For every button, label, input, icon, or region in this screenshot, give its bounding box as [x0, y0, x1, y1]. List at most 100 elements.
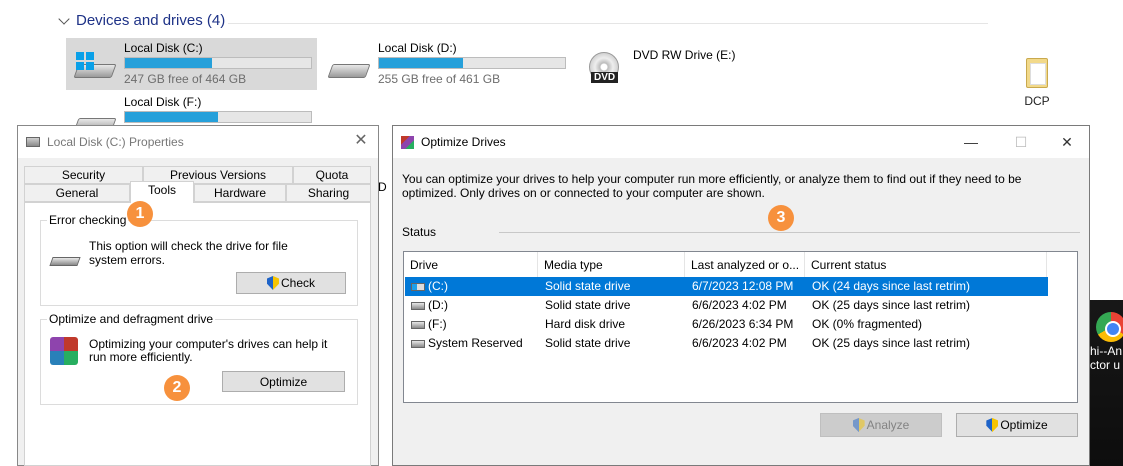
check-button[interactable]: Check: [236, 272, 346, 294]
check-button-label: Check: [280, 276, 315, 290]
windows-drive-icon: [72, 50, 117, 82]
row-last-analyzed: 6/6/2023 4:02 PM: [692, 298, 787, 312]
drive-tile-d[interactable]: Local Disk (D:) 255 GB free of 461 GB: [320, 38, 570, 90]
error-checking-title: Error checking: [47, 213, 129, 227]
tab-security[interactable]: Security: [24, 166, 143, 184]
row-status: OK (25 days since last retrim): [812, 336, 971, 350]
chrome-icon: [1096, 312, 1123, 342]
optimize-drives-title: Optimize Drives: [421, 135, 506, 149]
tab-sharing[interactable]: Sharing: [286, 184, 371, 202]
tab-tools[interactable]: Tools: [130, 181, 194, 203]
drive-usage-bar: [378, 57, 566, 69]
tab-general[interactable]: General: [24, 184, 130, 202]
chrome-label-line1: hi--An: [1090, 344, 1123, 358]
analyze-button[interactable]: Analyze: [820, 413, 942, 437]
desktop-icon-label: DCP: [1024, 94, 1050, 108]
optimize-drives-dialog: Optimize Drives — ☐ ✕ You can optimize y…: [392, 125, 1090, 466]
table-row[interactable]: (F:) Hard disk drive 6/26/2023 6:34 PM O…: [405, 315, 1048, 334]
analyze-button-label: Analyze: [866, 418, 910, 432]
error-checking-text: This option will check the drive for fil…: [89, 239, 288, 267]
optimize-drives-button-label: Optimize: [1000, 418, 1048, 432]
optimize-drives-button[interactable]: Optimize: [956, 413, 1078, 437]
row-last-analyzed: 6/6/2023 4:02 PM: [692, 336, 787, 350]
row-status: OK (25 days since last retrim): [812, 298, 971, 312]
hard-drive-icon: [411, 321, 425, 329]
hard-drive-icon: [411, 340, 425, 348]
maximize-button[interactable]: ☐: [1011, 134, 1031, 151]
row-status: OK (0% fragmented): [812, 317, 923, 331]
annotation-badge-2: 2: [164, 375, 190, 401]
tab-hardware[interactable]: Hardware: [194, 184, 286, 202]
optimize-button-label: Optimize: [259, 374, 308, 389]
tools-panel: Error checking This option will check th…: [24, 203, 371, 466]
folder-icon: [1026, 58, 1048, 88]
optimize-drives-title-bar: Optimize Drives: [393, 126, 1089, 158]
column-header-drive[interactable]: Drive: [404, 252, 538, 277]
row-media: Solid state drive: [545, 336, 631, 350]
error-checking-group: Error checking This option will check th…: [40, 213, 358, 306]
drive-usage-bar: [124, 57, 312, 69]
row-media: Hard disk drive: [545, 317, 626, 331]
defrag-icon: [50, 337, 78, 365]
row-drive: (F:): [428, 317, 447, 331]
hard-drive-icon: [49, 257, 81, 266]
row-drive: System Reserved: [428, 336, 523, 350]
column-header-media-type[interactable]: Media type: [538, 252, 685, 277]
row-last-analyzed: 6/26/2023 6:34 PM: [692, 317, 794, 331]
desktop-icon-chrome[interactable]: hi--An ctor u: [1090, 312, 1123, 372]
drive-name: DVD RW Drive (E:): [633, 48, 736, 62]
optimize-group-title: Optimize and defragment drive: [47, 312, 216, 326]
partial-drive-label: D: [378, 180, 387, 194]
close-button[interactable]: ✕: [1057, 134, 1077, 151]
devices-section-header[interactable]: Devices and drives (4): [58, 12, 226, 29]
drive-tile-e[interactable]: DVD DVD RW Drive (E:): [575, 38, 775, 90]
table-row[interactable]: (D:) Solid state drive 6/6/2023 4:02 PM …: [405, 296, 1048, 315]
row-status: OK (24 days since last retrim): [812, 279, 971, 293]
drive-name: Local Disk (F:): [124, 95, 202, 109]
tab-quota[interactable]: Quota: [293, 166, 371, 184]
close-button[interactable]: ✕: [352, 132, 370, 150]
shield-icon: [266, 276, 279, 290]
dvd-icon-text: DVD: [591, 72, 619, 83]
system-drive-icon: [411, 283, 425, 291]
properties-title: Local Disk (C:) Properties: [47, 135, 184, 149]
status-label: Status: [402, 225, 437, 239]
devices-section-title: Devices and drives (4): [76, 12, 226, 29]
drive-icon: [26, 137, 40, 147]
desktop-icon-label: hi--An ctor u: [1090, 344, 1123, 372]
column-header-current-status[interactable]: Current status: [805, 252, 1047, 277]
row-drive: (D:): [428, 298, 448, 312]
shield-icon: [852, 418, 865, 432]
hard-drive-icon: [326, 50, 371, 82]
drive-tile-c[interactable]: Local Disk (C:) 247 GB free of 464 GB: [66, 38, 317, 90]
minimize-button[interactable]: —: [961, 134, 981, 150]
annotation-badge-1: 1: [127, 201, 153, 227]
properties-dialog: Local Disk (C:) Properties ✕ Security Pr…: [17, 125, 379, 466]
status-divider: [499, 232, 1080, 233]
table-row[interactable]: (C:) Solid state drive 6/7/2023 12:08 PM…: [405, 277, 1048, 296]
drive-usage-bar: [124, 111, 312, 123]
optimize-button[interactable]: Optimize: [222, 371, 345, 392]
row-media: Solid state drive: [545, 279, 631, 293]
dvd-drive-icon: DVD: [581, 50, 623, 83]
drive-list-table[interactable]: Drive Media type Last analyzed or o... C…: [403, 251, 1078, 403]
optimize-group: Optimize and defragment drive Optimizing…: [40, 312, 358, 405]
drive-free-space: 255 GB free of 461 GB: [378, 72, 501, 86]
drive-name: Local Disk (D:): [378, 41, 457, 55]
row-media: Solid state drive: [545, 298, 631, 312]
optimize-description: You can optimize your drives to help you…: [402, 172, 1022, 200]
drive-name: Local Disk (C:): [124, 41, 203, 55]
table-row[interactable]: System Reserved Solid state drive 6/6/20…: [405, 334, 1048, 353]
annotation-badge-3: 3: [768, 205, 794, 231]
desktop-icon-dcp[interactable]: DCP: [1012, 58, 1062, 108]
shield-icon: [986, 418, 999, 432]
hard-drive-icon: [411, 302, 425, 310]
section-divider: [228, 23, 988, 24]
defrag-icon: [401, 135, 414, 149]
chrome-label-line2: ctor u: [1090, 358, 1121, 372]
column-header-last-analyzed[interactable]: Last analyzed or o...: [685, 252, 805, 277]
properties-title-bar: Local Disk (C:) Properties: [18, 126, 378, 158]
chevron-down-icon: [58, 12, 70, 25]
row-drive: (C:): [428, 279, 448, 293]
drive-free-space: 247 GB free of 464 GB: [124, 72, 247, 86]
